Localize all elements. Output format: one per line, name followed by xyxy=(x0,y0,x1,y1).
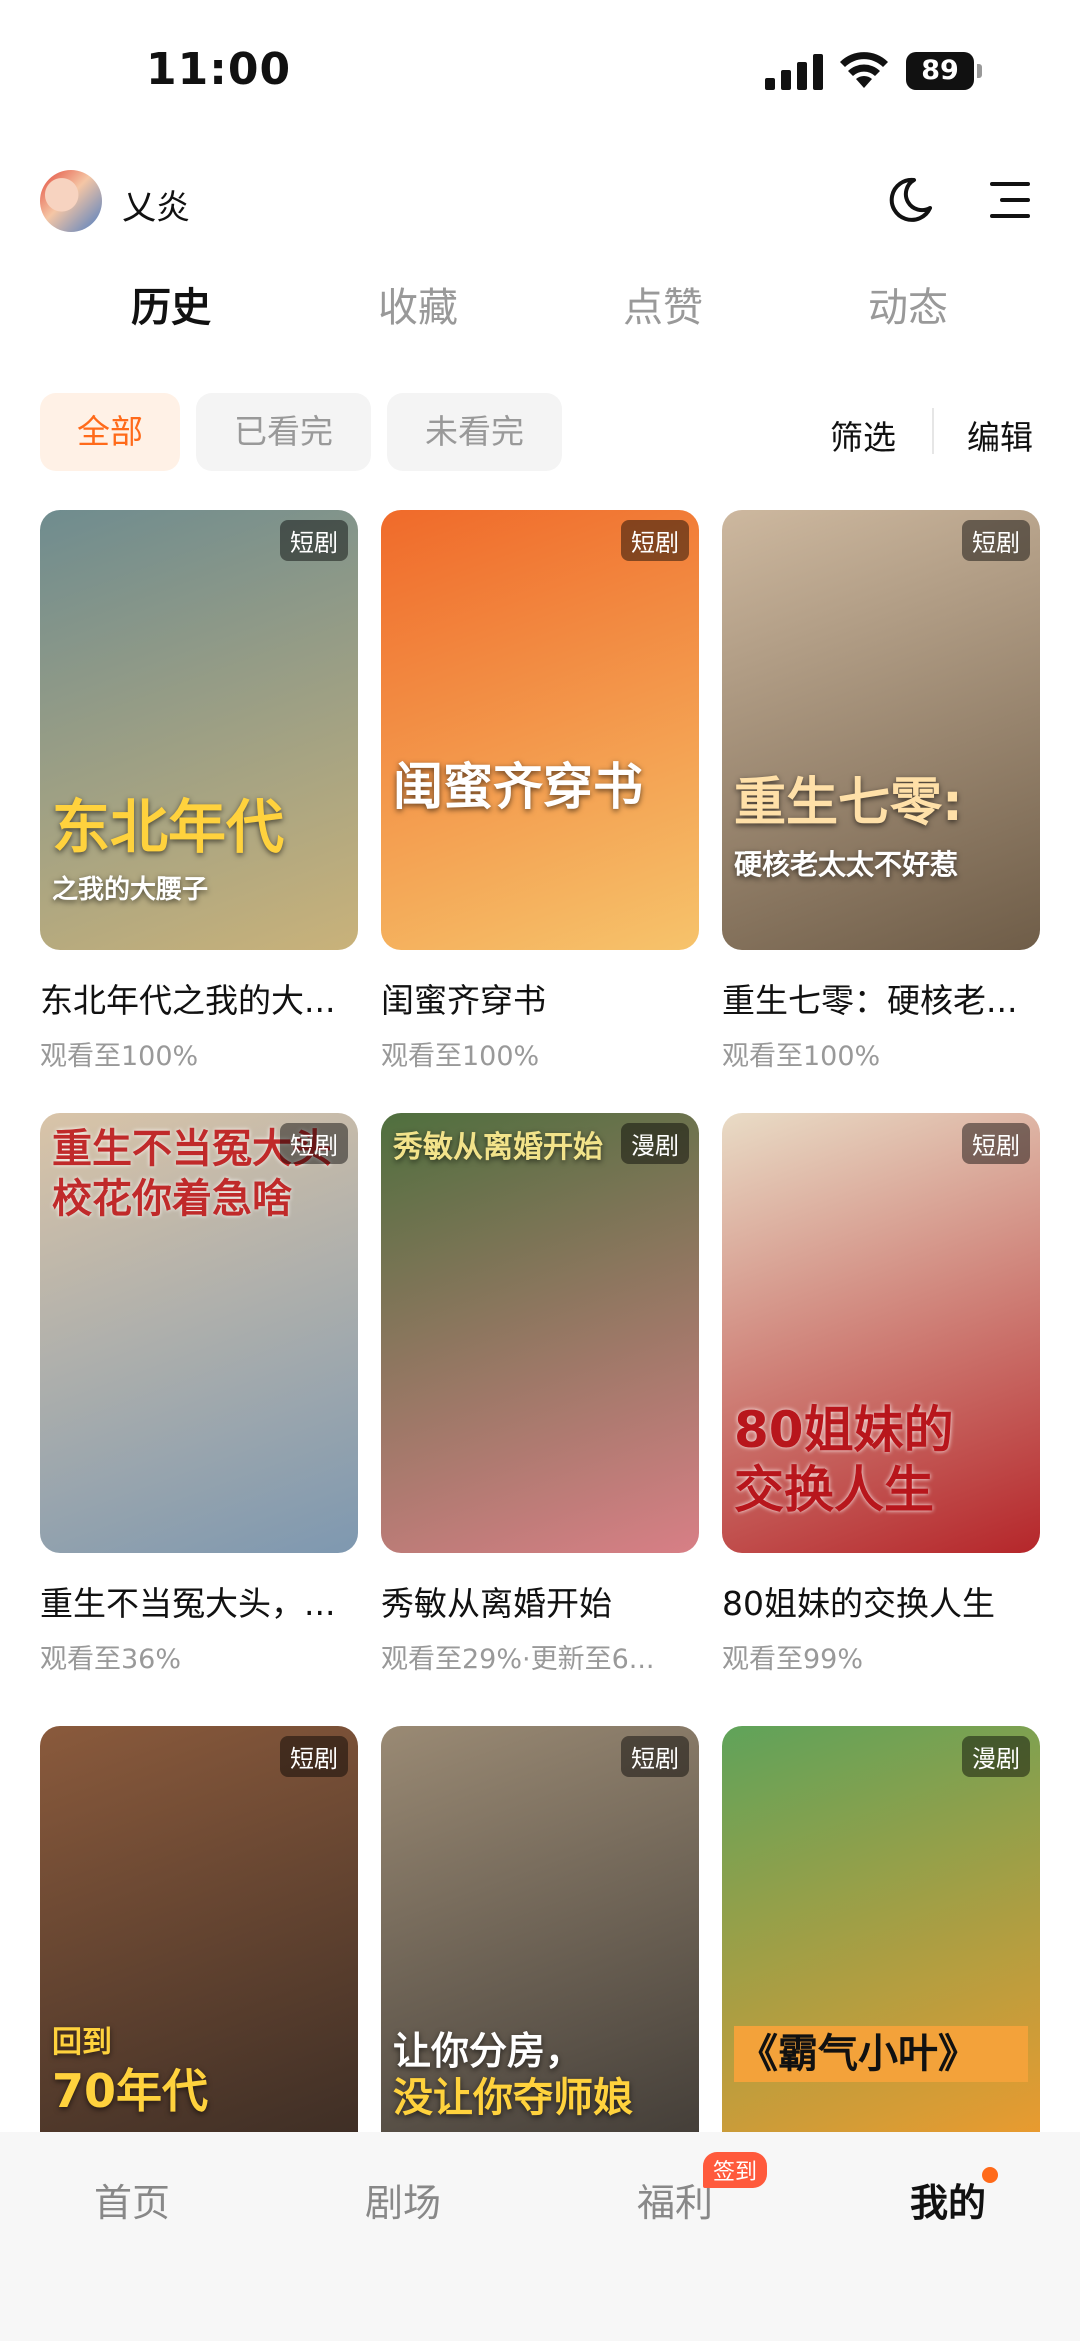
type-badge: 短剧 xyxy=(280,1123,348,1164)
list-item[interactable]: 让你分房， 没让你夺师娘 短剧 xyxy=(381,1726,699,2166)
poster-image[interactable]: 《霸气小叶》 漫剧 xyxy=(722,1726,1040,2166)
list-item[interactable]: 80姐妹的 交换人生 短剧 80姐妹的交换人生 观看至99% xyxy=(722,1113,1040,1676)
bottom-navigation: 首页 剧场 福利 签到 我的 xyxy=(0,2132,1080,2341)
item-progress: 观看至29%·更新至6... xyxy=(381,1644,655,1675)
moon-icon[interactable] xyxy=(884,174,936,226)
poster-image[interactable]: 东北年代 之我的大腰子 短剧 xyxy=(40,510,358,950)
list-item[interactable]: 《霸气小叶》 漫剧 xyxy=(722,1726,1040,2166)
item-progress: 观看至99% xyxy=(722,1644,864,1675)
tab-favorites[interactable]: 收藏 xyxy=(378,275,458,333)
type-badge: 短剧 xyxy=(280,520,348,561)
item-title: 重生七零：硬核老... xyxy=(722,981,1018,1020)
username[interactable]: 乂炎 xyxy=(122,180,190,229)
poster-title: 《霸气小叶》 xyxy=(734,2026,1028,2082)
poster-image[interactable]: 80姐妹的 交换人生 短剧 xyxy=(722,1113,1040,1553)
status-time: 11:00 xyxy=(146,44,292,95)
filter-chip-all[interactable]: 全部 xyxy=(40,393,180,471)
wifi-icon xyxy=(840,52,888,88)
filter-chip-finished[interactable]: 已看完 xyxy=(196,393,371,471)
poster-image[interactable]: 重生不当冤大头 校花你着急啥 短剧 xyxy=(40,1113,358,1553)
type-badge: 漫剧 xyxy=(962,1736,1030,1777)
filter-button[interactable]: 筛选 xyxy=(830,411,896,459)
avatar[interactable] xyxy=(40,170,102,232)
list-item[interactable]: 重生不当冤大头 校花你着急啥 短剧 重生不当冤大头，... 观看至36% xyxy=(40,1113,358,1676)
checkin-badge: 签到 xyxy=(703,2152,768,2188)
type-badge: 短剧 xyxy=(962,1123,1030,1164)
type-badge: 短剧 xyxy=(962,520,1030,561)
poster-image[interactable]: 重生七零: 硬核老太太不好惹 短剧 xyxy=(722,510,1040,950)
cellular-signal-icon xyxy=(765,52,823,90)
edit-button[interactable]: 编辑 xyxy=(967,411,1033,459)
list-item[interactable]: 重生七零: 硬核老太太不好惹 短剧 重生七零：硬核老... 观看至100% xyxy=(722,510,1040,1073)
nav-home[interactable]: 首页 xyxy=(32,2172,232,2227)
nav-mine[interactable]: 我的 xyxy=(848,2172,1048,2227)
filter-chip-unfinished[interactable]: 未看完 xyxy=(387,393,562,471)
type-badge: 短剧 xyxy=(280,1736,348,1777)
poster-title: 闺蜜齐穿书 xyxy=(393,758,643,816)
poster-title: 东北年代 xyxy=(52,793,285,862)
item-title: 重生不当冤大头，... xyxy=(40,1584,336,1623)
list-item[interactable]: 秀敏从离婚开始 漫剧 秀敏从离婚开始 观看至29%·更新至6... xyxy=(381,1113,699,1676)
type-badge: 漫剧 xyxy=(621,1123,689,1164)
item-title: 秀敏从离婚开始 xyxy=(381,1584,612,1623)
poster-subtitle: 交换人生 xyxy=(734,1461,934,1519)
profile-header: 乂炎 xyxy=(0,160,1080,242)
menu-icon[interactable] xyxy=(986,176,1034,224)
type-badge: 短剧 xyxy=(621,520,689,561)
type-badge: 短剧 xyxy=(621,1736,689,1777)
notification-dot xyxy=(982,2167,998,2183)
nav-theater[interactable]: 剧场 xyxy=(303,2172,503,2227)
poster-title: 回到 xyxy=(52,2025,112,2060)
item-progress: 观看至100% xyxy=(40,1041,199,1072)
poster-subtitle: 校花你着急啥 xyxy=(52,1176,292,1222)
divider xyxy=(932,408,934,454)
poster-image[interactable]: 让你分房， 没让你夺师娘 短剧 xyxy=(381,1726,699,2166)
list-item[interactable]: 东北年代 之我的大腰子 短剧 东北年代之我的大... 观看至100% xyxy=(40,510,358,1073)
poster-image[interactable]: 秀敏从离婚开始 漫剧 xyxy=(381,1113,699,1553)
status-bar: 11:00 89 xyxy=(0,0,1080,145)
poster-subtitle: 没让你夺师娘 xyxy=(393,2075,633,2121)
item-title: 闺蜜齐穿书 xyxy=(381,981,546,1020)
tab-activity[interactable]: 动态 xyxy=(868,275,948,333)
poster-title: 让你分房， xyxy=(393,2029,584,2073)
poster-title: 重生七零: xyxy=(734,773,963,833)
item-title: 80姐妹的交换人生 xyxy=(722,1584,995,1623)
battery-icon: 89 xyxy=(906,52,982,90)
tab-likes[interactable]: 点赞 xyxy=(623,275,703,333)
battery-level: 89 xyxy=(906,52,974,90)
content-tabs: 历史 收藏 点赞 动态 xyxy=(0,275,1080,345)
poster-subtitle: 70年代 xyxy=(52,2064,209,2118)
poster-image[interactable]: 闺蜜齐穿书 短剧 xyxy=(381,510,699,950)
poster-subtitle: 硬核老太太不好惹 xyxy=(734,848,959,881)
list-item[interactable]: 闺蜜齐穿书 短剧 闺蜜齐穿书 观看至100% xyxy=(381,510,699,1073)
poster-image[interactable]: 回到 70年代 短剧 xyxy=(40,1726,358,2166)
item-progress: 观看至100% xyxy=(381,1041,540,1072)
item-progress: 观看至36% xyxy=(40,1644,182,1675)
item-title: 东北年代之我的大... xyxy=(40,981,336,1020)
poster-subtitle: 之我的大腰子 xyxy=(52,875,209,906)
tab-history[interactable]: 历史 xyxy=(131,275,211,333)
poster-title: 80姐妹的 xyxy=(734,1401,954,1459)
list-item[interactable]: 回到 70年代 短剧 xyxy=(40,1726,358,2166)
item-progress: 观看至100% xyxy=(722,1041,881,1072)
